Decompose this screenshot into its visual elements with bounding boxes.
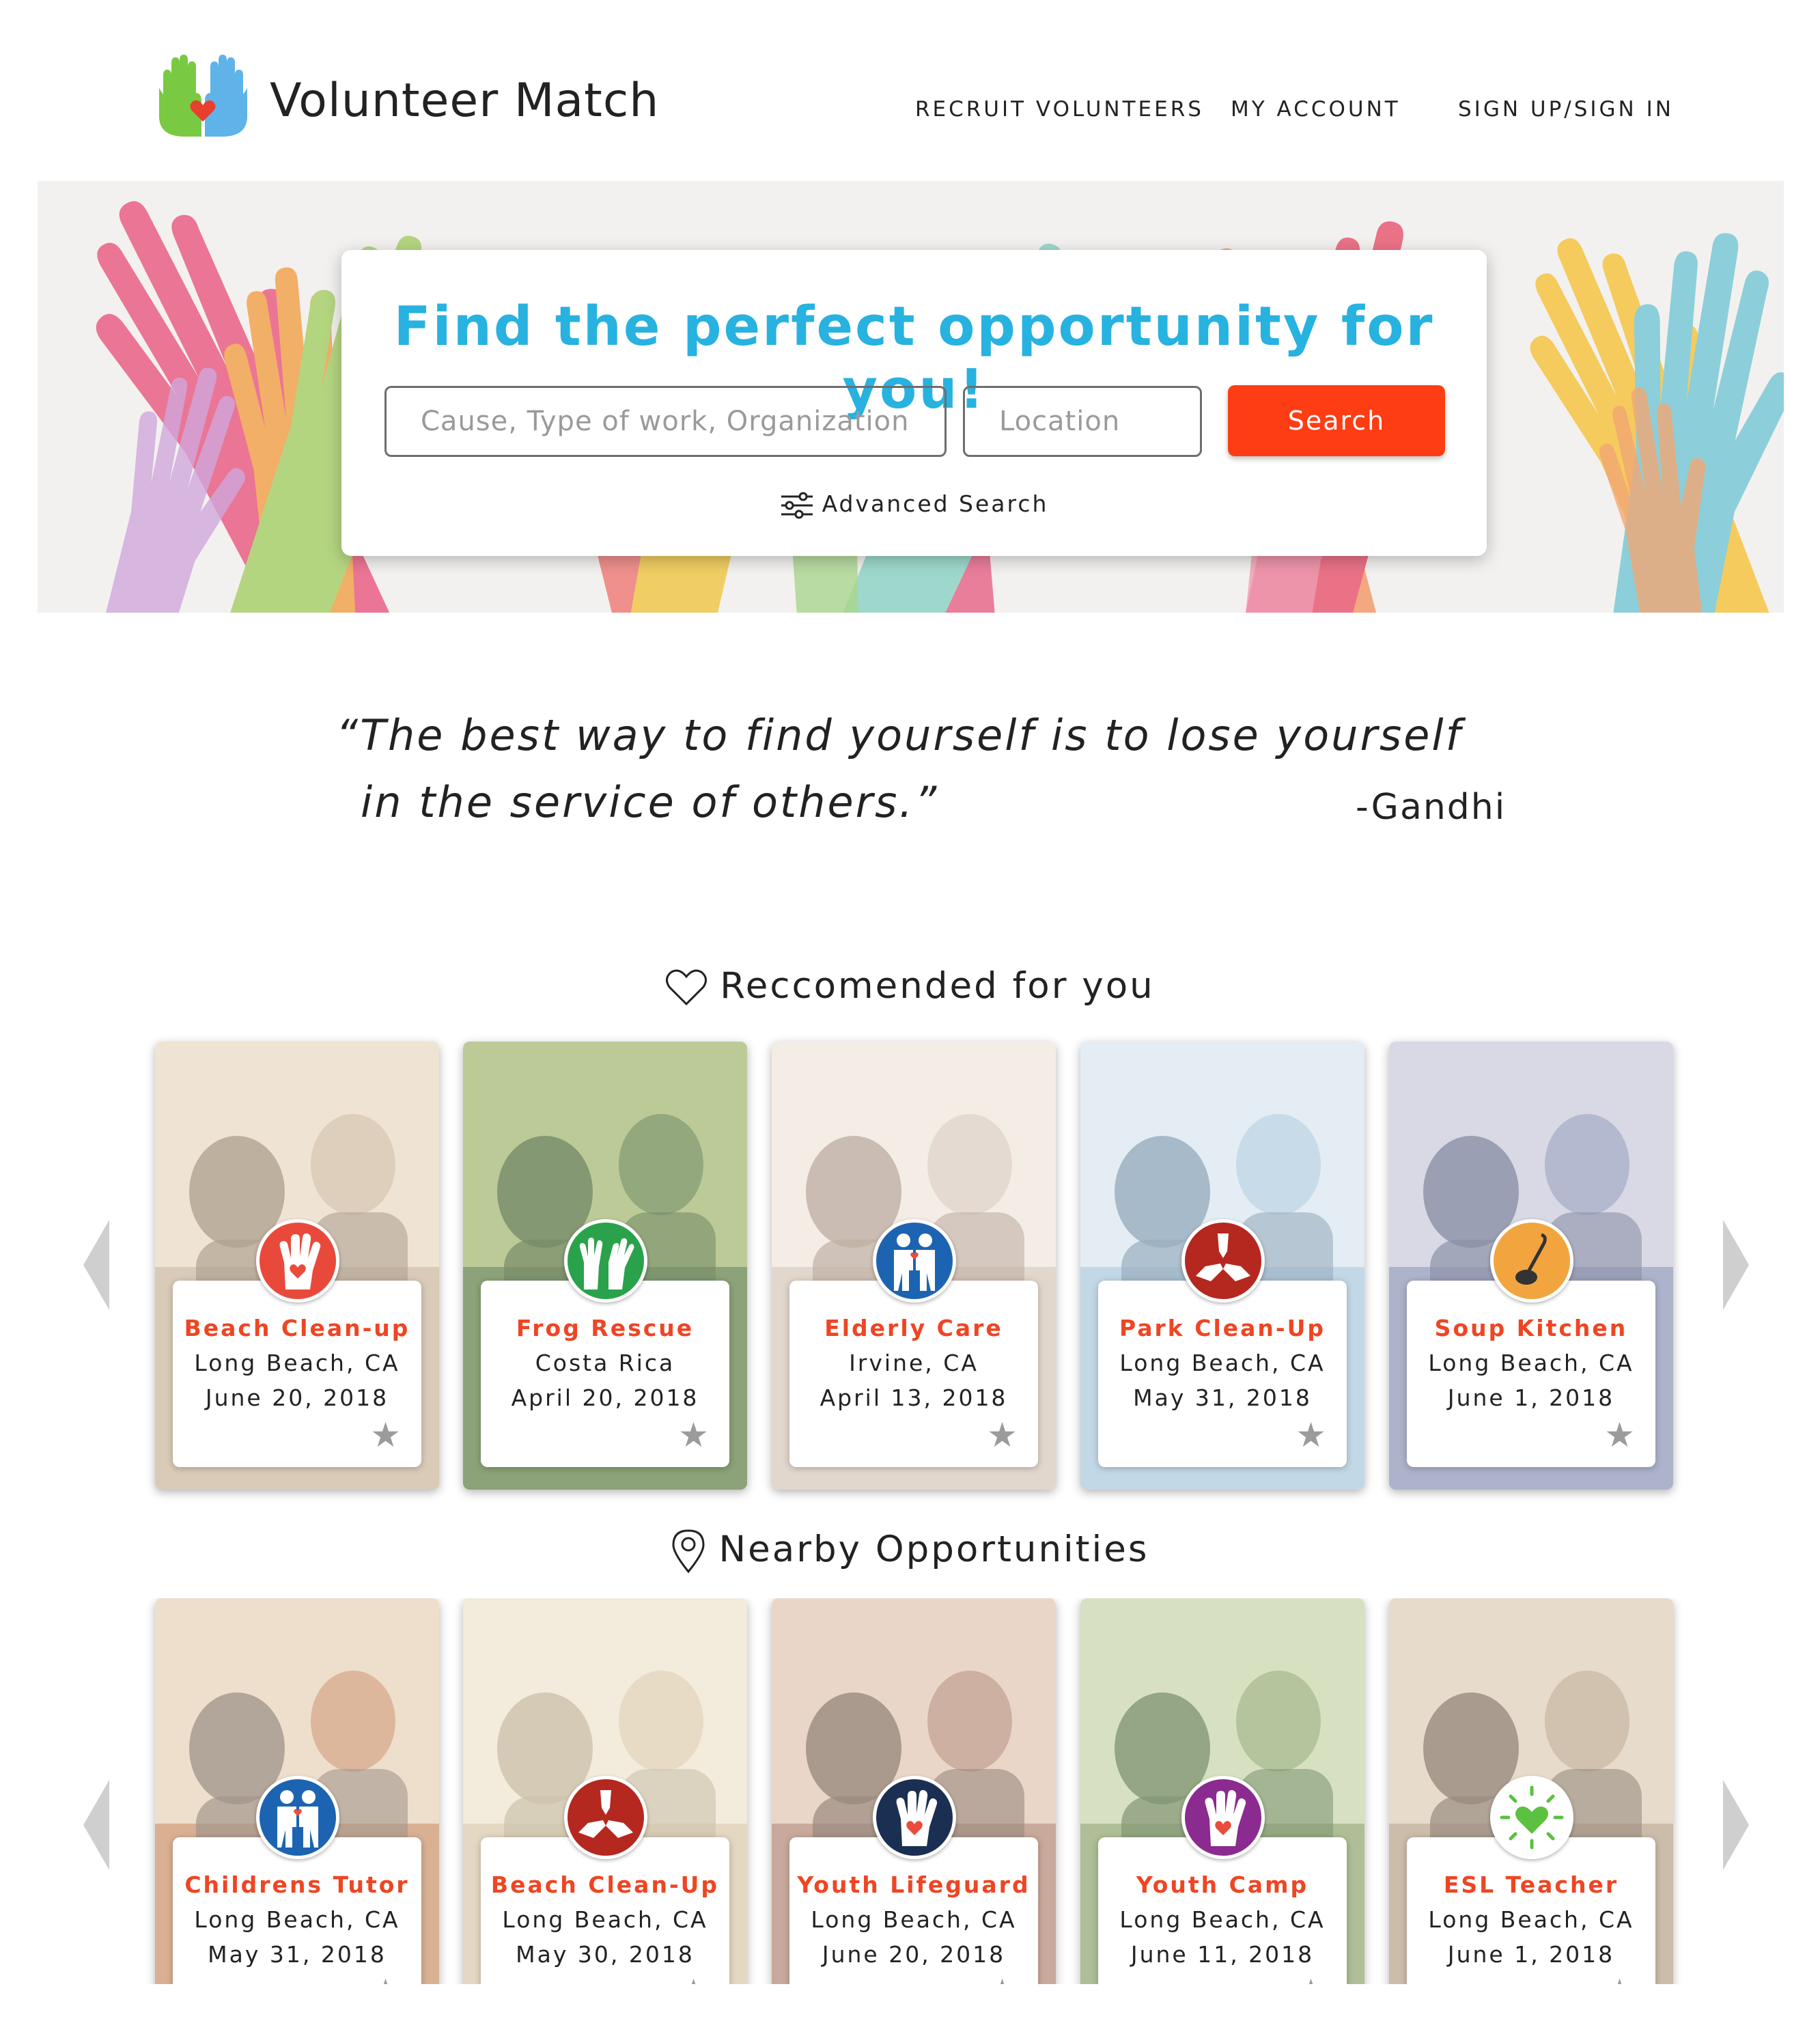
search-button[interactable]: Search	[1228, 385, 1445, 456]
brand-name: Volunteer Match	[270, 74, 660, 128]
opportunity-title[interactable]: Youth Lifeguard	[789, 1871, 1038, 1898]
opportunity-info: Youth Lifeguard Long Beach, CA June 20, …	[789, 1837, 1038, 1984]
opportunity-date: June 11, 2018	[1130, 1941, 1315, 1968]
opportunity-info: Park Clean-Up Long Beach, CA May 31, 201…	[1098, 1281, 1347, 1467]
opportunity-info: Beach Clean-Up Long Beach, CA May 30, 20…	[481, 1837, 729, 1984]
recommended-prev-arrow[interactable]	[83, 1220, 109, 1310]
raised-hands-icon	[564, 1219, 647, 1302]
favorite-star-icon[interactable]: ★	[987, 1418, 1018, 1452]
opportunity-location: Long Beach, CA	[194, 1906, 400, 1933]
location-pin-icon	[672, 1529, 705, 1574]
opportunity-date: June 1, 2018	[1447, 1941, 1615, 1968]
favorite-star-icon[interactable]: ★	[1296, 1975, 1326, 1984]
favorite-star-icon[interactable]: ★	[370, 1975, 401, 1984]
opportunity-title[interactable]: Childrens Tutor	[173, 1871, 421, 1898]
advanced-search-link[interactable]: Advanced Search	[341, 490, 1487, 519]
opportunity-info: Soup Kitchen Long Beach, CA June 1, 2018…	[1407, 1281, 1655, 1467]
favorite-star-icon[interactable]: ★	[678, 1418, 709, 1452]
opportunity-card[interactable]: Youth Lifeguard Long Beach, CA June 20, …	[772, 1598, 1056, 1984]
hand-heart-icon	[873, 1776, 956, 1859]
opportunity-info: Frog Rescue Costa Rica April 20, 2018 ★	[481, 1281, 729, 1467]
opportunity-title[interactable]: Elderly Care	[789, 1315, 1038, 1341]
opportunity-card[interactable]: Soup Kitchen Long Beach, CA June 1, 2018…	[1389, 1042, 1673, 1490]
opportunity-title[interactable]: Frog Rescue	[481, 1315, 729, 1341]
nearby-cards: Childrens Tutor Long Beach, CA May 31, 2…	[0, 1598, 1820, 1984]
opportunity-date: June 1, 2018	[1447, 1384, 1615, 1411]
opportunity-date: June 20, 2018	[822, 1941, 1006, 1968]
opportunity-location: Costa Rica	[535, 1350, 675, 1376]
opportunity-date: May 30, 2018	[516, 1941, 695, 1968]
opportunity-location: Long Beach, CA	[194, 1350, 400, 1376]
nav-recruit-volunteers[interactable]: RECRUIT VOLUNTEERS	[915, 97, 1204, 122]
opportunity-card[interactable]: Elderly Care Irvine, CA April 13, 2018 ★	[772, 1042, 1056, 1490]
favorite-star-icon[interactable]: ★	[678, 1975, 709, 1984]
opportunity-info: ESL Teacher Long Beach, CA June 1, 2018 …	[1407, 1837, 1655, 1984]
opportunity-location: Long Beach, CA	[811, 1906, 1017, 1933]
opportunity-info: Youth Camp Long Beach, CA June 11, 2018 …	[1098, 1837, 1347, 1984]
opportunity-card[interactable]: ESL Teacher Long Beach, CA June 1, 2018 …	[1389, 1598, 1673, 1984]
advanced-search-label: Advanced Search	[822, 490, 1049, 517]
opportunity-date: April 20, 2018	[511, 1384, 699, 1411]
people-icon	[256, 1776, 339, 1859]
favorite-star-icon[interactable]: ★	[1604, 1418, 1635, 1452]
quote-line-1: “The best way to find yourself is to los…	[336, 710, 1463, 760]
recommended-title-text: Reccomended for you	[720, 965, 1155, 1007]
joined-hands-icon	[564, 1776, 647, 1859]
location-input[interactable]: Location	[963, 386, 1202, 457]
ladle-icon	[1490, 1219, 1573, 1302]
sliders-icon	[781, 492, 813, 518]
opportunity-title[interactable]: Beach Clean-up	[173, 1315, 421, 1341]
opportunity-info: Childrens Tutor Long Beach, CA May 31, 2…	[173, 1837, 421, 1984]
opportunity-location: Irvine, CA	[849, 1350, 979, 1376]
hand-heart-icon	[256, 1219, 339, 1302]
nav-my-account[interactable]: MY ACCOUNT	[1231, 97, 1401, 122]
nearby-section-title: Nearby Opportunities	[0, 1529, 1820, 1574]
opportunity-card[interactable]: Park Clean-Up Long Beach, CA May 31, 201…	[1080, 1042, 1364, 1490]
recommended-next-arrow[interactable]	[1723, 1220, 1749, 1310]
cause-search-input[interactable]: Cause, Type of work, Organization	[384, 386, 947, 457]
opportunity-title[interactable]: Beach Clean-Up	[481, 1871, 729, 1898]
opportunity-location: Long Beach, CA	[1119, 1350, 1326, 1376]
opportunity-location: Long Beach, CA	[1119, 1906, 1326, 1933]
joined-hands-icon	[1181, 1219, 1265, 1302]
heart-icon	[1490, 1776, 1573, 1859]
favorite-star-icon[interactable]: ★	[370, 1418, 401, 1452]
opportunity-card[interactable]: Youth Camp Long Beach, CA June 11, 2018 …	[1080, 1598, 1364, 1984]
logo[interactable]	[154, 53, 253, 139]
recommended-section-title: Reccomended for you	[0, 965, 1820, 1007]
favorite-star-icon[interactable]: ★	[987, 1975, 1018, 1984]
opportunity-card[interactable]: Beach Clean-Up Long Beach, CA May 30, 20…	[463, 1598, 747, 1984]
opportunity-date: May 31, 2018	[1133, 1384, 1312, 1411]
search-panel: Find the perfect opportunity for you! Ca…	[341, 250, 1487, 556]
nearby-title-text: Nearby Opportunities	[718, 1529, 1149, 1570]
opportunity-card[interactable]: Childrens Tutor Long Beach, CA May 31, 2…	[155, 1598, 439, 1984]
favorite-star-icon[interactable]: ★	[1604, 1975, 1635, 1984]
opportunity-date: May 31, 2018	[208, 1941, 387, 1968]
opportunity-title[interactable]: Youth Camp	[1098, 1871, 1347, 1898]
opportunity-info: Beach Clean-up Long Beach, CA June 20, 2…	[173, 1281, 421, 1467]
opportunity-card[interactable]: Frog Rescue Costa Rica April 20, 2018 ★	[463, 1042, 747, 1490]
opportunity-title[interactable]: ESL Teacher	[1407, 1871, 1655, 1898]
opportunity-date: June 20, 2018	[205, 1384, 389, 1411]
people-icon	[873, 1219, 956, 1302]
hand-heart-icon	[1181, 1776, 1265, 1859]
opportunity-title[interactable]: Park Clean-Up	[1098, 1315, 1347, 1341]
opportunity-info: Elderly Care Irvine, CA April 13, 2018 ★	[789, 1281, 1038, 1467]
heart-outline-icon	[666, 969, 708, 1006]
hands-logo-icon	[159, 55, 247, 137]
opportunity-title[interactable]: Soup Kitchen	[1407, 1315, 1655, 1341]
opportunity-card[interactable]: Beach Clean-up Long Beach, CA June 20, 2…	[155, 1042, 439, 1490]
quote-author: -Gandhi	[1356, 787, 1507, 828]
quote-line-2: in the service of others.”	[361, 777, 939, 827]
opportunity-location: Long Beach, CA	[1428, 1350, 1634, 1376]
opportunity-location: Long Beach, CA	[1428, 1906, 1634, 1933]
nav-sign-up-sign-in[interactable]: SIGN UP/SIGN IN	[1458, 97, 1674, 122]
favorite-star-icon[interactable]: ★	[1296, 1418, 1326, 1452]
opportunity-date: April 13, 2018	[820, 1384, 1008, 1411]
opportunity-location: Long Beach, CA	[502, 1906, 708, 1933]
